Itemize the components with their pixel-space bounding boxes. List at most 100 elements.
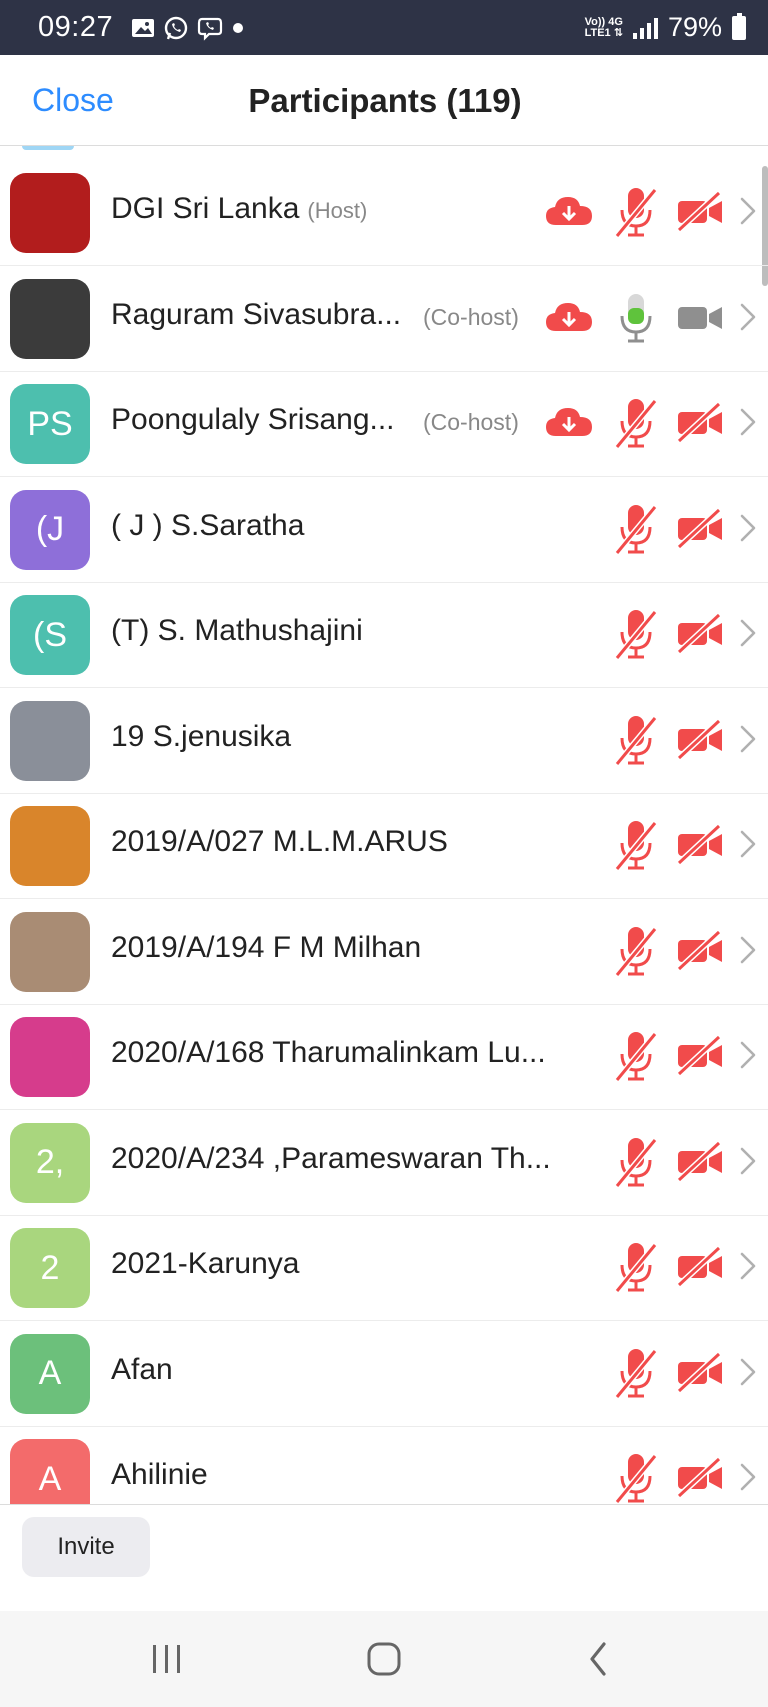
chevron-right-icon[interactable] bbox=[739, 618, 757, 648]
mic-muted-icon[interactable] bbox=[612, 606, 660, 662]
video-off-icon[interactable] bbox=[676, 401, 724, 445]
avatar: A bbox=[10, 1439, 90, 1504]
cloud-recording-icon bbox=[546, 302, 592, 331]
participant-row[interactable]: 19 S.jenusika bbox=[0, 688, 768, 794]
footer-bar: Invite bbox=[0, 1504, 768, 1611]
participant-row[interactable]: A Ahilinie bbox=[0, 1426, 768, 1504]
participant-name: ( J ) S.Saratha bbox=[111, 508, 305, 542]
participant-row[interactable]: A Afan bbox=[0, 1321, 768, 1427]
video-off-icon[interactable] bbox=[676, 1140, 724, 1184]
cloud-recording-icon bbox=[546, 197, 592, 225]
chevron-right-icon[interactable] bbox=[739, 302, 757, 332]
mic-muted-icon[interactable] bbox=[612, 712, 660, 768]
chevron-right-icon[interactable] bbox=[739, 407, 757, 437]
network-indicator: Vo)) 4G LTE1 ⇅ bbox=[584, 15, 623, 39]
participant-row[interactable]: 2, 2020/A/234 ,Parameswaran Th... bbox=[0, 1110, 768, 1216]
mic-muted-icon[interactable] bbox=[612, 395, 660, 451]
video-off-icon[interactable] bbox=[676, 1034, 724, 1078]
participant-row[interactable]: 2019/A/027 M.L.M.ARUS bbox=[0, 793, 768, 899]
chevron-right-icon[interactable] bbox=[739, 1040, 757, 1070]
participant-row[interactable]: (S (T) S. Mathushajini bbox=[0, 582, 768, 688]
page-title: Participants (119) bbox=[248, 82, 522, 119]
video-off-icon[interactable] bbox=[676, 718, 724, 762]
participants-header: Close Participants (119) bbox=[0, 55, 768, 146]
whatsapp-icon bbox=[164, 16, 188, 39]
chevron-right-icon[interactable] bbox=[739, 1462, 757, 1492]
mic-muted-icon[interactable] bbox=[612, 1345, 660, 1401]
avatar: 2 bbox=[10, 1228, 90, 1308]
dot-icon bbox=[233, 22, 244, 33]
video-off-icon[interactable] bbox=[676, 823, 724, 867]
notification-icons bbox=[131, 15, 245, 41]
participant-row[interactable]: (J ( J ) S.Saratha bbox=[0, 477, 768, 583]
system-nav-bar bbox=[0, 1611, 768, 1707]
participant-name: Raguram Sivasubra... bbox=[111, 297, 402, 331]
participant-row[interactable]: 2 2021-Karunya bbox=[0, 1215, 768, 1321]
chevron-right-icon[interactable] bbox=[739, 935, 757, 965]
video-off-icon[interactable] bbox=[676, 1456, 724, 1500]
participant-role: (Host) bbox=[307, 198, 368, 223]
participant-name: (T) S. Mathushajini bbox=[111, 614, 363, 647]
mic-on-icon[interactable] bbox=[612, 290, 660, 346]
chevron-right-icon[interactable] bbox=[739, 1357, 757, 1387]
cloud-recording-icon bbox=[546, 408, 592, 436]
participant-name: Afan bbox=[111, 1352, 173, 1386]
mic-muted-icon[interactable] bbox=[612, 501, 660, 557]
partial-avatar bbox=[22, 146, 74, 150]
participant-name: 19 S.jenusika bbox=[111, 719, 292, 753]
mic-muted-icon[interactable] bbox=[612, 184, 660, 240]
mic-muted-icon[interactable] bbox=[612, 1134, 660, 1190]
signal-icon bbox=[632, 17, 658, 39]
recent-apps-icon[interactable] bbox=[150, 1639, 184, 1679]
battery-icon bbox=[732, 12, 746, 40]
participant-name: DGI Sri Lanka (Host) bbox=[111, 192, 368, 225]
chevron-right-icon[interactable] bbox=[739, 1251, 757, 1281]
mic-muted-icon[interactable] bbox=[612, 923, 660, 979]
chevron-right-icon[interactable] bbox=[739, 513, 757, 543]
avatar: A bbox=[10, 1333, 90, 1414]
chevron-right-icon[interactable] bbox=[739, 829, 757, 859]
participant-row[interactable]: 2020/A/168 Tharumalinkam Lu... bbox=[0, 1004, 768, 1110]
video-off-icon[interactable] bbox=[676, 1351, 724, 1395]
video-off-icon[interactable] bbox=[676, 507, 724, 551]
home-icon[interactable] bbox=[364, 1639, 404, 1679]
chevron-right-icon[interactable] bbox=[739, 196, 757, 226]
avatar: PS bbox=[10, 384, 90, 464]
avatar: 2, bbox=[10, 1122, 90, 1203]
participant-name: 2020/A/168 Tharumalinkam Lu... bbox=[111, 1036, 546, 1069]
avatar bbox=[10, 173, 90, 253]
mic-muted-icon[interactable] bbox=[612, 1028, 660, 1084]
video-off-icon[interactable] bbox=[676, 612, 724, 656]
avatar bbox=[10, 278, 90, 359]
participant-name: Ahilinie bbox=[111, 1458, 208, 1491]
participant-row[interactable]: Raguram Sivasubra... (Co-host) bbox=[0, 266, 768, 372]
video-off-icon[interactable] bbox=[676, 1245, 724, 1289]
avatar: (S bbox=[10, 595, 90, 675]
participant-name: 2019/A/194 F M Milhan bbox=[111, 930, 422, 964]
participant-name: 2019/A/027 M.L.M.ARUS bbox=[111, 825, 448, 858]
viber-icon bbox=[197, 17, 223, 41]
chevron-right-icon[interactable] bbox=[739, 1146, 757, 1176]
video-off-icon[interactable] bbox=[676, 929, 724, 973]
video-on-icon[interactable] bbox=[676, 296, 724, 340]
avatar bbox=[10, 700, 90, 781]
invite-button[interactable]: Invite bbox=[22, 1517, 150, 1577]
chevron-right-icon[interactable] bbox=[739, 724, 757, 754]
participant-name: 2021-Karunya bbox=[111, 1247, 300, 1280]
participant-name: Poongulaly Srisang... bbox=[111, 403, 395, 436]
participant-row[interactable]: PS Poongulaly Srisang... (Co-host) bbox=[0, 371, 768, 477]
participant-list[interactable]: DGI Sri Lanka (Host) Raguram Sivasubra... (… bbox=[0, 146, 768, 1504]
participant-row[interactable]: DGI Sri Lanka (Host) bbox=[0, 160, 768, 266]
participant-row[interactable]: 2019/A/194 F M Milhan bbox=[0, 899, 768, 1005]
mic-muted-icon[interactable] bbox=[612, 1239, 660, 1295]
mic-muted-icon[interactable] bbox=[612, 1450, 660, 1504]
participant-name: 2020/A/234 ,Parameswaran Th... bbox=[111, 1141, 551, 1175]
avatar bbox=[10, 1017, 90, 1097]
gallery-icon bbox=[132, 18, 155, 37]
avatar: (J bbox=[10, 489, 90, 570]
mic-muted-icon[interactable] bbox=[612, 817, 660, 873]
back-icon[interactable] bbox=[585, 1639, 611, 1679]
video-off-icon[interactable] bbox=[676, 190, 724, 234]
participant-role: (Co-host) bbox=[423, 409, 519, 435]
status-bar: 09:27 Vo)) 4G LTE1 ⇅ 79% bbox=[0, 0, 768, 55]
